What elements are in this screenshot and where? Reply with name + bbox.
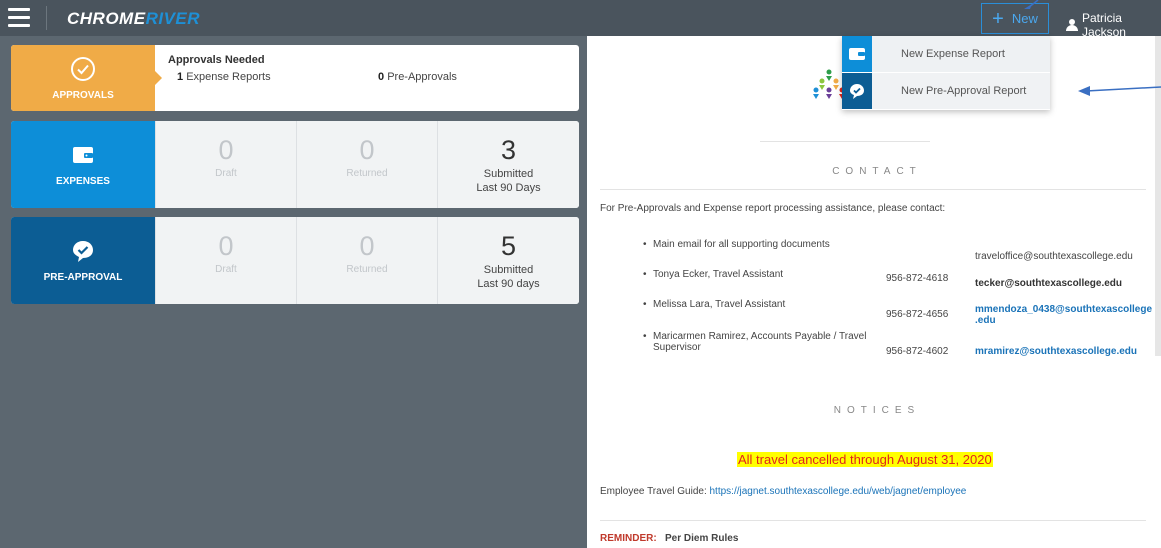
wallet-icon <box>73 147 93 163</box>
employee-travel-guide: Employee Travel Guide: https://jagnet.so… <box>600 486 967 497</box>
contact-divider <box>600 189 1146 190</box>
contact-row-maricarmen-name: Maricarmen Ramirez, Accounts Payable / T… <box>643 331 866 353</box>
contact-row-melissa-phone: 956-872-4656 <box>886 309 949 320</box>
contact-row-maricarmen-email[interactable]: mramirez@southtexascollege.edu <box>975 346 1137 357</box>
contact-row-maricarmen-phone: 956-872-4602 <box>886 346 949 357</box>
contact-row-main-email[interactable]: traveloffice@southtexascollege.edu <box>975 251 1133 262</box>
plus-icon: + <box>992 7 1004 30</box>
pre-approval-tile-label: PRE-APPROVAL <box>43 272 123 283</box>
contact-row-main-name: Main email for all supporting documents <box>643 239 830 250</box>
annotation-arrow-top <box>1024 0 1039 9</box>
expenses-card[interactable]: EXPENSES 0 Draft 0 Returned 3 Submitted … <box>11 121 579 208</box>
check-badge-icon <box>842 73 872 109</box>
pre-approval-returned[interactable]: 0 Returned <box>296 217 437 304</box>
expenses-tile-label: EXPENSES <box>56 176 110 187</box>
header-divider <box>46 6 47 30</box>
pre-approval-card[interactable]: PRE-APPROVAL 0 Draft 0 Returned 5 Submit… <box>11 217 579 304</box>
contact-row-melissa-name: Melissa Lara, Travel Assistant <box>643 299 785 310</box>
reminder: REMINDER: Per Diem Rules <box>600 533 739 544</box>
approvals-card[interactable]: APPROVALS Approvals Needed 1 Expense Rep… <box>11 45 579 111</box>
logo-divider <box>760 141 930 142</box>
check-badge-icon <box>73 241 93 262</box>
contact-row-tonya-email[interactable]: tecker@southtexascollege.edu <box>975 278 1122 289</box>
user-menu[interactable]: Patricia Jackson <box>1066 11 1161 39</box>
pre-approval-draft[interactable]: 0 Draft <box>155 217 296 304</box>
travel-cancelled-notice: All travel cancelled through August 31, … <box>737 452 993 467</box>
people-logo-icon <box>813 69 845 99</box>
approvals-tile-label: APPROVALS <box>52 89 114 101</box>
employee-travel-guide-link[interactable]: https://jagnet.southtexascollege.edu/web… <box>710 486 967 497</box>
notices-heading: NOTICES <box>833 405 921 416</box>
contact-row-melissa-email[interactable]: mmendoza_0438@southtexascollege .edu <box>975 304 1152 326</box>
expenses-draft[interactable]: 0 Draft <box>155 121 296 208</box>
contact-row-tonya-phone: 956-872-4618 <box>886 273 949 284</box>
expenses-returned[interactable]: 0 Returned <box>296 121 437 208</box>
check-circle-icon <box>71 56 95 81</box>
approvals-expense-reports[interactable]: 1 Expense Reports <box>177 71 271 83</box>
pre-approval-submitted[interactable]: 5 Submitted Last 90 days <box>437 217 579 304</box>
new-pre-approval-report-item[interactable]: New Pre-Approval Report <box>842 73 1050 109</box>
contact-intro: For Pre-Approvals and Expense report pro… <box>600 203 946 214</box>
notices-divider <box>600 520 1146 521</box>
chrome-river-logo[interactable]: CHROMERIVER <box>67 9 200 29</box>
wallet-icon <box>842 36 872 72</box>
pre-approval-tile[interactable]: PRE-APPROVAL <box>11 217 155 304</box>
expenses-submitted[interactable]: 3 Submitted Last 90 Days <box>437 121 579 208</box>
approvals-title: Approvals Needed <box>168 54 265 66</box>
contact-row-tonya-name: Tonya Ecker, Travel Assistant <box>643 269 783 280</box>
user-name: Patricia Jackson <box>1081 11 1126 39</box>
approvals-pre-approvals[interactable]: 0 Pre-Approvals <box>378 71 457 83</box>
new-dropdown-menu: New Expense Report New Pre-Approval Repo… <box>842 36 1050 110</box>
contact-heading: CONTACT <box>832 166 922 177</box>
info-panel <box>587 36 1161 548</box>
user-icon <box>1066 19 1078 31</box>
hamburger-menu-icon[interactable] <box>8 8 30 28</box>
new-button-label: New <box>1011 11 1038 26</box>
top-bar: CHROMERIVER + New Patricia Jackson <box>0 0 1161 39</box>
expenses-tile[interactable]: EXPENSES <box>11 121 155 208</box>
annotation-arrow-right <box>1078 86 1161 96</box>
new-expense-report-item[interactable]: New Expense Report <box>842 36 1050 72</box>
approvals-tile[interactable]: APPROVALS <box>11 45 162 111</box>
